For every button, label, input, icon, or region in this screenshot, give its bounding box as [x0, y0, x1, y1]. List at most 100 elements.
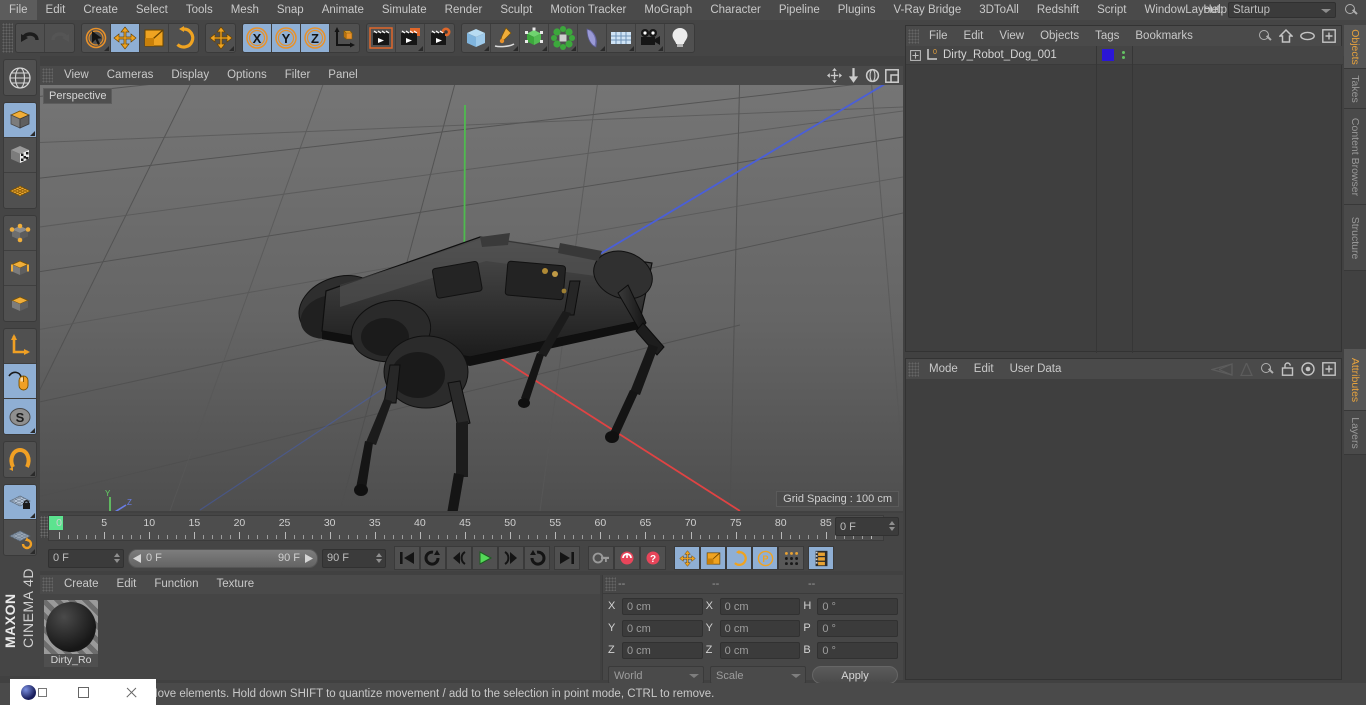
- timeline-grip[interactable]: [40, 516, 48, 538]
- keyframe-mode-button[interactable]: [808, 546, 834, 570]
- z-axis-lock[interactable]: Z: [301, 24, 330, 52]
- tool-options-corner[interactable]: [30, 513, 35, 518]
- restore-icon[interactable]: [59, 679, 108, 705]
- search-icon[interactable]: [1258, 29, 1272, 43]
- add-cube-button[interactable]: [462, 24, 491, 52]
- tool-options-corner[interactable]: [30, 428, 35, 433]
- add-spline-button[interactable]: [491, 24, 520, 52]
- axis-modify-mode[interactable]: [4, 329, 36, 364]
- menu-3dtoall[interactable]: 3DToAll: [970, 0, 1028, 20]
- make-editable-button[interactable]: [4, 60, 36, 95]
- move-duplicate-tool[interactable]: [206, 24, 235, 52]
- attribute-menu-edit[interactable]: Edit: [966, 359, 1002, 379]
- viewport-menu-display[interactable]: Display: [162, 66, 218, 85]
- coordinate-system-dropdown[interactable]: World: [608, 666, 704, 684]
- attribute-menu-user-data[interactable]: User Data: [1002, 359, 1070, 379]
- polygons-mode[interactable]: [4, 286, 36, 321]
- menu-tools[interactable]: Tools: [177, 0, 222, 20]
- menu-file[interactable]: File: [0, 0, 37, 20]
- end-frame-field[interactable]: 90 F: [322, 548, 386, 568]
- object-manager-grip[interactable]: [908, 28, 919, 44]
- rot-b-field[interactable]: 0 °: [817, 641, 899, 659]
- size-y-field[interactable]: 0 cm: [719, 619, 801, 637]
- target-icon[interactable]: [1301, 362, 1315, 376]
- playhead-frame-spinner[interactable]: [888, 521, 895, 534]
- go-to-end-button[interactable]: [554, 546, 580, 570]
- menu-animate[interactable]: Animate: [313, 0, 373, 20]
- material-menu-edit[interactable]: Edit: [108, 575, 146, 594]
- viewport-solo-mode[interactable]: [4, 364, 36, 399]
- tool-options-corner[interactable]: [30, 471, 35, 476]
- material-grip[interactable]: [42, 577, 53, 592]
- object-menu-edit[interactable]: Edit: [956, 26, 992, 46]
- texture-mode[interactable]: [4, 138, 36, 173]
- end-frame-spinner[interactable]: [375, 552, 382, 566]
- menu-pipeline[interactable]: Pipeline: [770, 0, 829, 20]
- viewport-menu-view[interactable]: View: [55, 66, 98, 85]
- tool-options-corner[interactable]: [658, 46, 663, 51]
- add-nurbs-button[interactable]: [520, 24, 549, 52]
- viewport-menu-cameras[interactable]: Cameras: [98, 66, 163, 85]
- render-to-picture-viewer-button[interactable]: [396, 24, 425, 52]
- coordinates-grip[interactable]: [605, 577, 616, 591]
- layer-color-swatch[interactable]: [1102, 49, 1114, 61]
- search-icon[interactable]: [1344, 3, 1358, 17]
- rot-h-field[interactable]: 0 °: [817, 597, 899, 615]
- vtab-objects[interactable]: Objects: [1344, 25, 1366, 69]
- play-backwards-loop-button[interactable]: [420, 546, 446, 570]
- material-menu-function[interactable]: Function: [145, 575, 207, 594]
- c4d-app-icon[interactable]: [10, 679, 59, 705]
- render-settings-button[interactable]: [425, 24, 454, 52]
- rotation-key-toggle[interactable]: [726, 546, 752, 570]
- step-back-button[interactable]: [446, 546, 472, 570]
- go-to-start-button[interactable]: [394, 546, 420, 570]
- viewport-menu-filter[interactable]: Filter: [276, 66, 320, 85]
- object-menu-bookmarks[interactable]: Bookmarks: [1127, 26, 1201, 46]
- snap-button[interactable]: [4, 442, 36, 477]
- tool-options-corner[interactable]: [542, 46, 547, 51]
- points-mode[interactable]: [4, 216, 36, 251]
- material-menu-create[interactable]: Create: [55, 575, 108, 594]
- menu-create[interactable]: Create: [74, 0, 127, 20]
- scale-key-toggle[interactable]: [700, 546, 726, 570]
- model-mode[interactable]: [4, 103, 36, 138]
- add-deformer-button[interactable]: [578, 24, 607, 52]
- tool-options-corner[interactable]: [513, 46, 518, 51]
- undo-button[interactable]: [16, 24, 45, 52]
- viewport-3d-canvas[interactable]: Y Z X Perspective Grid Spacing : 100 cm: [40, 85, 903, 511]
- apply-button[interactable]: Apply: [812, 666, 898, 684]
- object-row[interactable]: 0 Dirty_Robot_Dog_001: [906, 46, 1343, 65]
- orbit-icon[interactable]: [865, 68, 880, 83]
- menu-script[interactable]: Script: [1088, 0, 1135, 20]
- menu-plugins[interactable]: Plugins: [829, 0, 885, 20]
- vtab-structure[interactable]: Structure: [1344, 205, 1366, 271]
- layout-dropdown[interactable]: Startup: [1228, 2, 1336, 18]
- tool-options-corner[interactable]: [484, 46, 489, 51]
- tool-options-corner[interactable]: [104, 46, 109, 51]
- x-axis-lock[interactable]: X: [243, 24, 272, 52]
- rot-p-field[interactable]: 0 °: [817, 619, 899, 637]
- vtab-takes[interactable]: Takes: [1344, 69, 1366, 109]
- uv-mode[interactable]: [4, 173, 36, 208]
- material-thumbnail[interactable]: [44, 600, 98, 654]
- timeline-ruler[interactable]: 051015202530354045505560657075808590: [48, 515, 884, 541]
- menu-render[interactable]: Render: [436, 0, 492, 20]
- lock-icon[interactable]: [1281, 362, 1294, 376]
- vtab-attributes[interactable]: Attributes: [1344, 349, 1366, 411]
- pan-icon[interactable]: [827, 68, 842, 83]
- vtab-content-browser[interactable]: Content Browser: [1344, 109, 1366, 205]
- add-environment-button[interactable]: [607, 24, 636, 52]
- size-z-field[interactable]: 0 cm: [719, 641, 801, 659]
- current-frame-field[interactable]: 0 F: [48, 548, 124, 568]
- pos-x-field[interactable]: 0 cm: [622, 597, 703, 615]
- parameter-key-toggle[interactable]: P: [752, 546, 778, 570]
- forward-arrow-icon[interactable]: [1240, 362, 1253, 376]
- add-light-button[interactable]: [665, 24, 694, 52]
- pos-y-field[interactable]: 0 cm: [622, 619, 703, 637]
- eye-icon[interactable]: [1300, 31, 1315, 41]
- menu-mesh[interactable]: Mesh: [222, 0, 268, 20]
- menu-simulate[interactable]: Simulate: [373, 0, 436, 20]
- viewport-menu-panel[interactable]: Panel: [319, 66, 366, 85]
- viewport-grip[interactable]: [42, 68, 53, 83]
- range-end-arrow-icon[interactable]: [304, 553, 313, 563]
